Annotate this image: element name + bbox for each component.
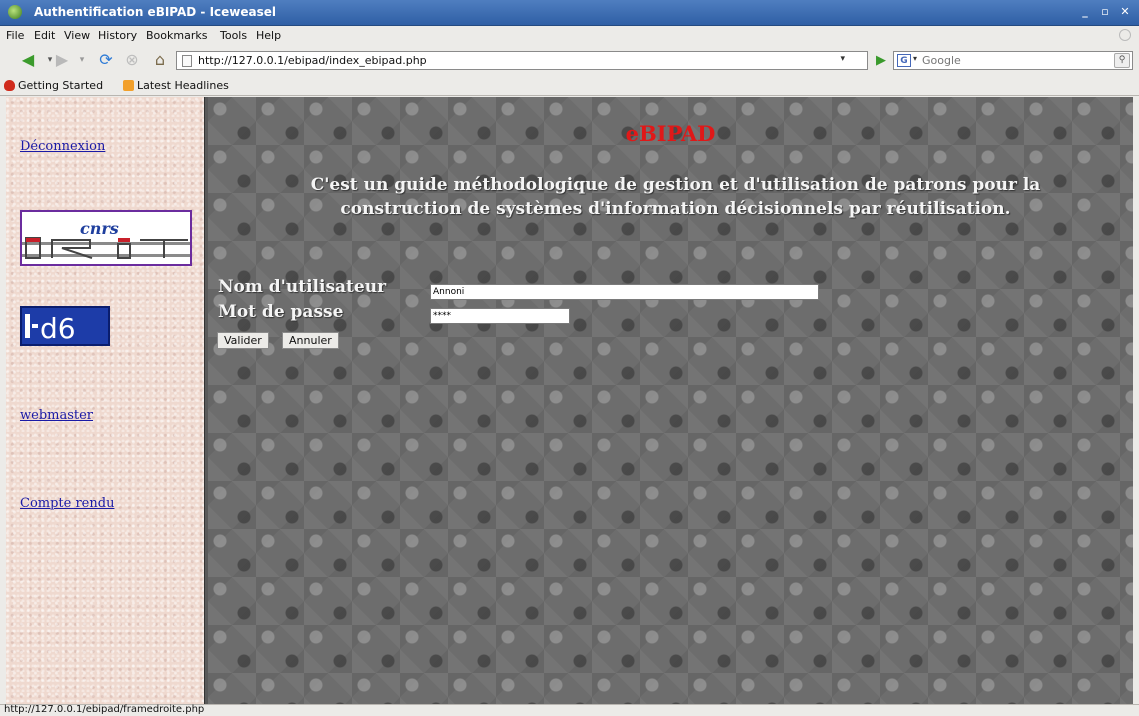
home-icon[interactable]: ⌂ (150, 50, 170, 70)
rss-feed-icon (123, 80, 134, 91)
menu-bar: File Edit View History Bookmarks Tools H… (0, 26, 1139, 46)
google-engine-icon[interactable]: G (897, 54, 911, 67)
description-line-1: C'est un guide méthodologique de gestion… (310, 175, 1041, 195)
window-controls: _ ▫ ✕ (1077, 4, 1133, 20)
left-frame: Déconnexion cnrs d6 webmaster Compte ren… (6, 97, 204, 704)
throbber-icon (1119, 29, 1131, 41)
go-arrow-icon[interactable]: ▶ (872, 52, 890, 70)
password-label: Mot de passe (218, 302, 344, 322)
window-title: Authentification eBIPAD - Iceweasel (34, 5, 277, 19)
magnifier-icon[interactable]: ⚲ (1114, 53, 1130, 68)
url-text[interactable]: http://127.0.0.1/ebipad/index_ebipad.php (198, 54, 427, 67)
navigation-toolbar: ◀ ▾ ▶ ▾ ⟳ ⊗ ⌂ http://127.0.0.1/ebipad/in… (0, 46, 1139, 74)
page-heading: eBIPAD (625, 121, 716, 146)
back-arrow-icon[interactable]: ◀ (18, 50, 38, 70)
menu-tools[interactable]: Tools (220, 29, 247, 42)
username-label: Nom d'utilisateur (218, 277, 387, 297)
right-frame: eBIPAD C'est un guide méthodologique de … (208, 97, 1133, 704)
status-text: http://127.0.0.1/ebipad/framedroite.php (4, 704, 205, 715)
reload-icon[interactable]: ⟳ (96, 50, 116, 70)
title-bar: Authentification eBIPAD - Iceweasel _ ▫ … (0, 0, 1139, 26)
bookmark-label: Getting Started (18, 79, 104, 92)
forward-arrow-icon[interactable]: ▶ (52, 50, 72, 70)
description-line-2: construction de systèmes d'information d… (340, 199, 1011, 219)
menu-edit[interactable]: Edit (34, 29, 55, 42)
search-bar[interactable]: G ▾ ⚲ (893, 51, 1133, 70)
svg-text:d6: d6 (40, 312, 76, 344)
menu-view[interactable]: View (64, 29, 90, 42)
bookmarks-toolbar: Getting Started Latest Headlines (0, 76, 1139, 96)
minimize-icon[interactable]: _ (1077, 4, 1093, 20)
url-dropdown-icon[interactable]: ▾ (840, 54, 845, 64)
forward-dropdown-icon[interactable]: ▾ (72, 50, 92, 70)
menu-file[interactable]: File (6, 29, 24, 42)
browser-window: Authentification eBIPAD - Iceweasel _ ▫ … (0, 0, 1139, 716)
maximize-icon[interactable]: ▫ (1097, 4, 1113, 20)
logout-link[interactable]: Déconnexion (20, 139, 105, 154)
bookmark-label: Latest Headlines (137, 79, 229, 92)
engine-dropdown-icon[interactable]: ▾ (913, 54, 917, 63)
username-field[interactable] (430, 284, 819, 300)
page-description: C'est un guide méthodologique de gestion… (218, 173, 1133, 221)
menu-history[interactable]: History (98, 29, 137, 42)
webmaster-link[interactable]: webmaster (20, 408, 93, 423)
irit-logo-graphic: cnrs (22, 219, 190, 259)
irit-logo[interactable]: cnrs (20, 210, 192, 266)
url-bar[interactable]: http://127.0.0.1/ebipad/index_ebipad.php… (176, 51, 868, 70)
menu-help[interactable]: Help (256, 29, 281, 42)
cancel-button[interactable]: Annuler (282, 332, 339, 349)
stop-icon[interactable]: ⊗ (122, 50, 142, 70)
getting-started-icon (4, 80, 15, 91)
search-input[interactable] (922, 53, 1102, 68)
id6-logo[interactable]: d6 (20, 306, 110, 346)
svg-text:cnrs: cnrs (80, 219, 119, 238)
menu-bookmarks[interactable]: Bookmarks (146, 29, 207, 42)
bookmark-getting-started[interactable]: Getting Started (4, 79, 103, 92)
page-icon (182, 55, 192, 67)
iceweasel-icon (8, 5, 22, 19)
id6-logo-graphic: d6 (25, 312, 76, 345)
bookmark-latest-headlines[interactable]: Latest Headlines (123, 79, 229, 92)
password-field[interactable] (430, 308, 570, 324)
page-content: Déconnexion cnrs d6 webmaster Compte ren… (6, 97, 1133, 704)
report-link[interactable]: Compte rendu (20, 496, 114, 511)
submit-button[interactable]: Valider (217, 332, 269, 349)
close-icon[interactable]: ✕ (1117, 4, 1133, 20)
status-bar: http://127.0.0.1/ebipad/framedroite.php (0, 704, 1139, 716)
